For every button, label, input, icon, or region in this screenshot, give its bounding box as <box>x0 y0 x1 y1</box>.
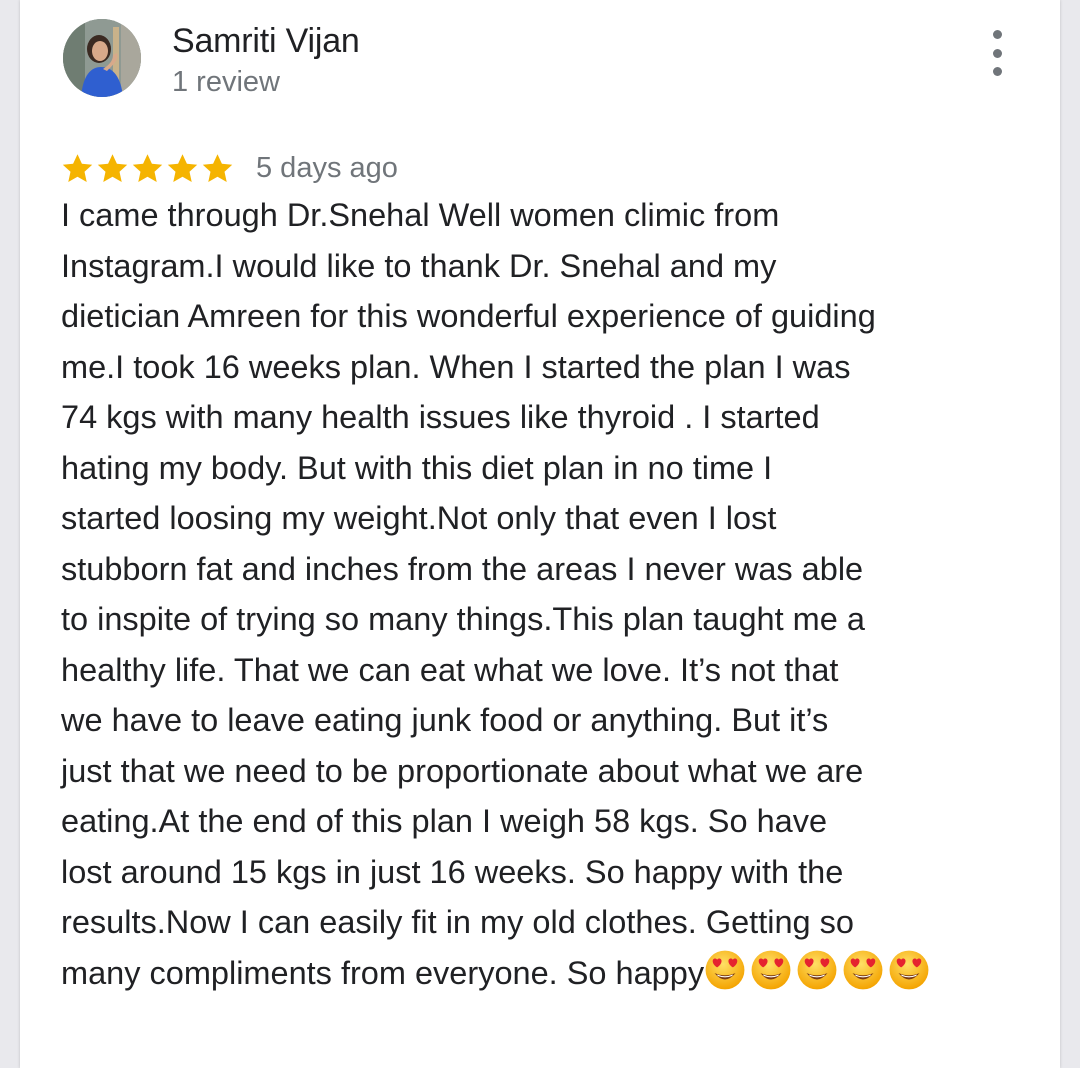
review-text: I came through Dr.Snehal Well women clim… <box>61 190 991 998</box>
avatar[interactable] <box>63 19 141 97</box>
reviewer-name[interactable]: Samriti Vijan <box>172 22 360 61</box>
review-card: Samriti Vijan 1 review 5 days ago I came… <box>20 0 1060 1068</box>
star-icon <box>97 153 128 182</box>
star-rating <box>61 152 236 185</box>
rating-row: 5 days ago <box>61 146 398 190</box>
avatar-photo <box>63 19 141 97</box>
star-icon <box>62 153 93 182</box>
star-icon <box>167 153 198 182</box>
more-vertical-icon-dot <box>992 67 1002 76</box>
emoji-run <box>704 950 930 991</box>
review-time: 5 days ago <box>256 151 398 184</box>
review-count[interactable]: 1 review <box>172 66 280 99</box>
star-icon <box>202 153 233 182</box>
more-options-button[interactable] <box>982 30 1012 76</box>
review-body: I came through Dr.Snehal Well women clim… <box>61 197 876 991</box>
heart-eyes-emoji <box>751 950 791 989</box>
heart-eyes-emoji <box>797 950 837 989</box>
more-vertical-icon-dot <box>992 48 1002 58</box>
more-vertical-icon <box>992 30 1002 39</box>
heart-eyes-emoji <box>705 950 745 989</box>
heart-eyes-emoji <box>889 950 929 989</box>
star-icon <box>132 153 163 182</box>
heart-eyes-emoji <box>843 950 883 989</box>
